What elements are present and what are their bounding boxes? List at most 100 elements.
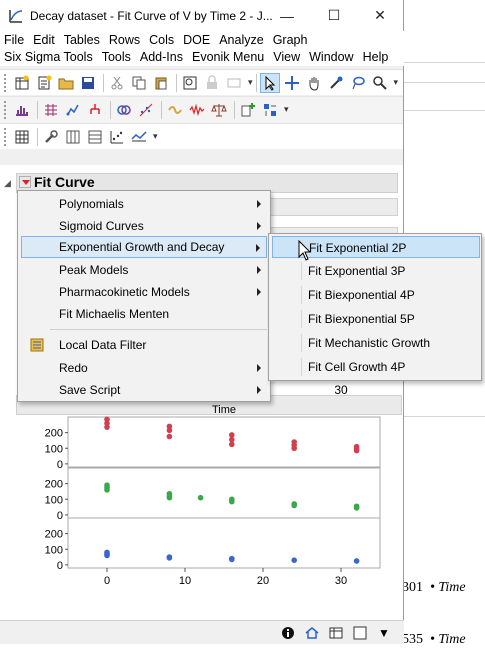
journal-icon[interactable] [180,73,200,93]
fit-model-icon[interactable] [63,100,83,120]
scatter-plot-icon[interactable] [107,127,127,147]
scatter-matrix-icon[interactable] [136,100,156,120]
mouse-cursor-icon [298,240,312,261]
data-table-icon[interactable] [12,127,32,147]
toolbar-overflow-icon-3[interactable]: ▾ [284,104,289,115]
tree-icon[interactable] [85,100,105,120]
data-point [104,487,110,493]
data-point [353,505,360,511]
toolbar-overflow-icon-2[interactable]: ▾ [394,77,399,88]
menu-item-fit-michaelis-menten[interactable]: Fit Michaelis Menten [21,303,267,325]
rows-icon[interactable] [85,127,105,147]
magnifier-tool-icon[interactable] [370,73,390,93]
menu-item-pharmacokinetic-models[interactable]: Pharmacokinetic Models [21,281,267,303]
bg-text-535: 535 [402,632,423,647]
toolbar-grip-3[interactable] [4,127,8,146]
menu-graph[interactable]: Graph [273,32,308,49]
menu-item-label: Local Data Filter [59,338,147,352]
toolbar-grip-2[interactable] [4,100,8,119]
toolbar-overflow-icon[interactable]: ▾ [248,77,253,88]
submenu-item-fit-mechanistic-growth[interactable]: Fit Mechanistic Growth [272,332,480,354]
wrench-icon[interactable] [41,127,61,147]
toolbar-overflow-icon-4[interactable]: ▾ [153,131,158,142]
reliability-icon[interactable] [165,100,185,120]
menu-six-sigma-tools[interactable]: Six Sigma Tools [4,49,93,66]
menu-rows[interactable]: Rows [109,32,140,49]
add-column-icon[interactable] [238,100,258,120]
balance-icon[interactable] [209,100,229,120]
toolbar-grip[interactable] [4,73,8,92]
dropdown-icon[interactable]: ▼ [376,625,392,641]
menu-item-peak-models[interactable]: Peak Models [21,259,267,281]
info-icon[interactable] [280,625,296,641]
menu-edit[interactable]: Edit [33,32,55,49]
arrow-tool-icon[interactable] [259,72,280,93]
crosshair-tool-icon[interactable] [282,73,302,93]
menu-item-label: Exponential Growth and Decay [59,240,225,254]
overlay-plot-icon[interactable] [129,127,149,147]
new-script-icon[interactable] [34,73,54,93]
close-button[interactable]: ✕ [357,0,403,31]
menu-doe[interactable]: DOE [183,32,210,49]
menu-item-exponential-growth-decay[interactable]: Exponential Growth and Decay [21,236,267,258]
graph-builder-icon[interactable] [260,100,280,120]
submenu-arrow-icon [257,222,261,230]
disclosure-triangle-icon[interactable]: ◢ [4,178,11,189]
submenu-item-label: Fit Exponential 3P [308,264,406,278]
menu-analyze[interactable]: Analyze [219,32,263,49]
menu-evonik[interactable]: Evonik Menu [192,49,264,66]
fit-y-by-x-icon[interactable] [41,100,61,120]
table-icon[interactable] [328,625,344,641]
y-tick-label: 100 [45,494,63,506]
menu-item-label: Pharmacokinetic Models [59,285,190,299]
submenu-item-fit-biexponential-4p[interactable]: Fit Biexponential 4P [272,284,480,306]
menu-window[interactable]: Window [309,49,353,66]
new-table-icon[interactable] [12,73,32,93]
hand-tool-icon[interactable] [304,73,324,93]
x-tick-label: 10 [179,575,191,587]
menu-tools[interactable]: Tools [102,49,131,66]
open-folder-icon[interactable] [56,73,76,93]
menu-item-local-data-filter[interactable]: Local Data Filter [21,334,267,356]
multivariate-icon[interactable] [114,100,134,120]
menu-item-save-script[interactable]: Save Script [21,379,267,401]
paste-icon[interactable] [151,73,171,93]
submenu-item-fit-exponential-3p[interactable]: Fit Exponential 3P [272,260,480,282]
submenu-item-fit-cell-growth-4p[interactable]: Fit Cell Growth 4P [272,356,480,378]
menu-view[interactable]: View [273,49,300,66]
submenu-item-fit-biexponential-5p[interactable]: Fit Biexponential 5P [272,308,480,330]
menu-add-ins[interactable]: Add-Ins [140,49,183,66]
copy-icon[interactable] [129,73,149,93]
data-point [229,556,235,563]
time-series-icon[interactable] [187,100,207,120]
minimize-button[interactable]: — [264,0,310,31]
menu-item-sigmoid-curves[interactable]: Sigmoid Curves [21,215,267,237]
columns-icon[interactable] [63,127,83,147]
lasso-tool-icon[interactable] [348,73,368,93]
menu-item-redo[interactable]: Redo [21,357,267,379]
data-point [291,502,298,509]
data-point [166,433,173,440]
title-bar[interactable]: Decay dataset - Fit Curve of V by Time 2… [0,0,403,31]
layout-icon[interactable] [224,73,244,93]
menu-item-polynomials[interactable]: Polynomials [21,193,267,215]
menu-tables[interactable]: Tables [64,32,100,49]
menu-cols[interactable]: Cols [149,32,174,49]
toolbar-analyze: ▾ [0,96,403,122]
cut-icon[interactable] [107,73,127,93]
distribution-icon[interactable] [12,100,32,120]
data-point [104,424,110,430]
save-icon[interactable] [78,73,98,93]
red-triangle-menu-icon[interactable] [19,176,31,188]
data-point [229,498,235,505]
menu-separator [50,329,267,330]
lock-icon[interactable] [202,73,222,93]
maximize-button[interactable]: ☐ [311,0,357,31]
home-icon[interactable] [304,625,320,641]
checkbox-icon[interactable] [352,625,368,641]
menu-file[interactable]: File [4,32,24,49]
x-tick-label: 20 [257,575,269,587]
filter-icon [30,338,44,352]
brush-tool-icon[interactable] [326,73,346,93]
menu-help[interactable]: Help [363,49,389,66]
